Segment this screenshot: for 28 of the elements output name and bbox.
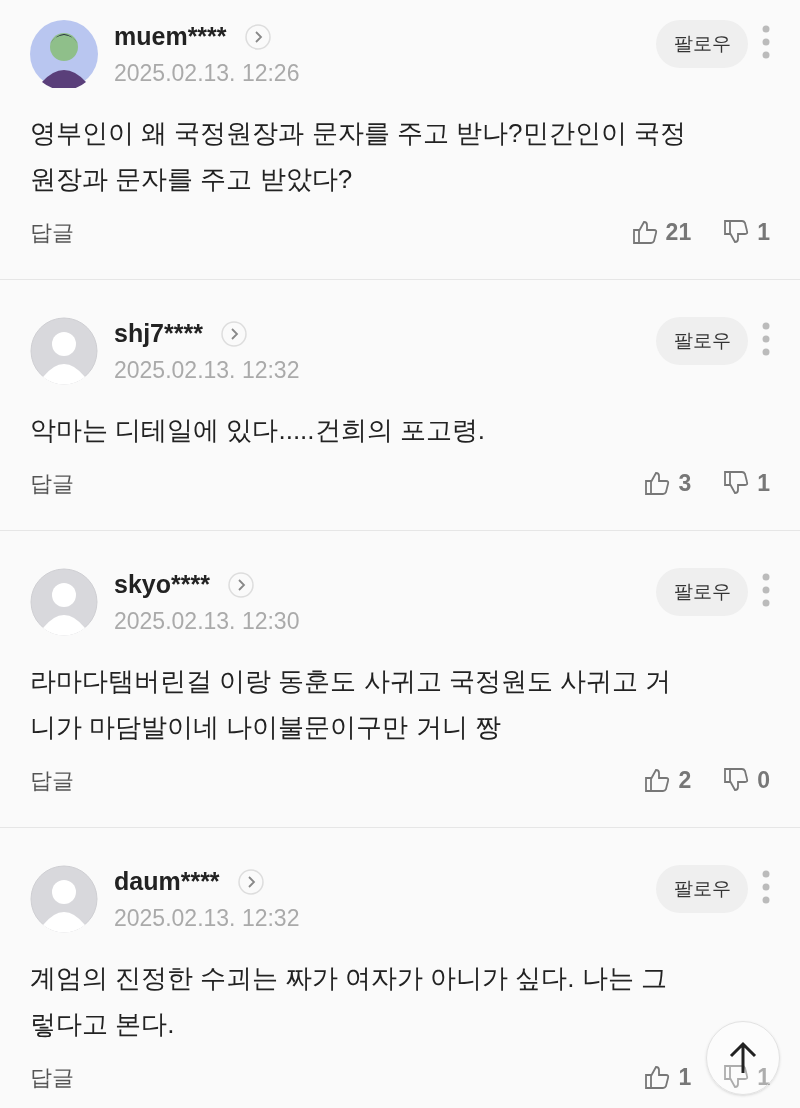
comment-text: 라마다탬버린걸 이랑 동훈도 사귀고 국정원도 사귀고 거니가 마담발이네 나이불문이구만 거니 짱 xyxy=(30,665,673,744)
follow-button[interactable]: 팔로우 xyxy=(656,317,748,365)
follow-button[interactable]: 팔로우 xyxy=(656,865,748,913)
username[interactable]: muem**** xyxy=(114,18,227,56)
like-count: 2 xyxy=(678,765,692,795)
like-count: 3 xyxy=(678,468,692,498)
dislike-count: 0 xyxy=(757,765,770,795)
reply-link[interactable]: 답글 xyxy=(30,215,632,249)
comment-date: 2025.02.13. 12:32 xyxy=(114,904,301,933)
comment-date: 2025.02.13. 12:26 xyxy=(114,59,301,88)
dislike-count: 1 xyxy=(757,217,770,247)
username[interactable]: daum**** xyxy=(114,863,220,901)
username[interactable]: shj7**** xyxy=(114,315,203,353)
reply-link[interactable]: 답글 xyxy=(30,1060,645,1094)
comment-text: 영부인이 왜 국정원장과 문자를 주고 받나?민간인이 국정원장과 문자를 주고 받았다? xyxy=(30,117,687,196)
username[interactable]: skyo**** xyxy=(114,566,210,604)
reply-link[interactable]: 답글 xyxy=(30,763,645,797)
dislike-count: 1 xyxy=(757,1062,770,1092)
comment-date: 2025.02.13. 12:32 xyxy=(114,356,301,385)
comment-text: 계엄의 진정한 수괴는 짜가 여자가 아니가 싶다. 나는 그렇다고 본다. xyxy=(30,962,668,1041)
like-count: 1 xyxy=(678,1062,692,1092)
follow-button[interactable]: 팔로우 xyxy=(656,20,748,68)
follow-button[interactable]: 팔로우 xyxy=(656,568,748,616)
comment-date: 2025.02.13. 12:30 xyxy=(114,607,301,636)
dislike-count: 1 xyxy=(757,468,770,498)
reply-link[interactable]: 답글 xyxy=(30,466,645,500)
like-count: 21 xyxy=(665,217,692,247)
comment-text: 악마는 디테일에 있다.....건희의 포고령. xyxy=(30,414,486,447)
